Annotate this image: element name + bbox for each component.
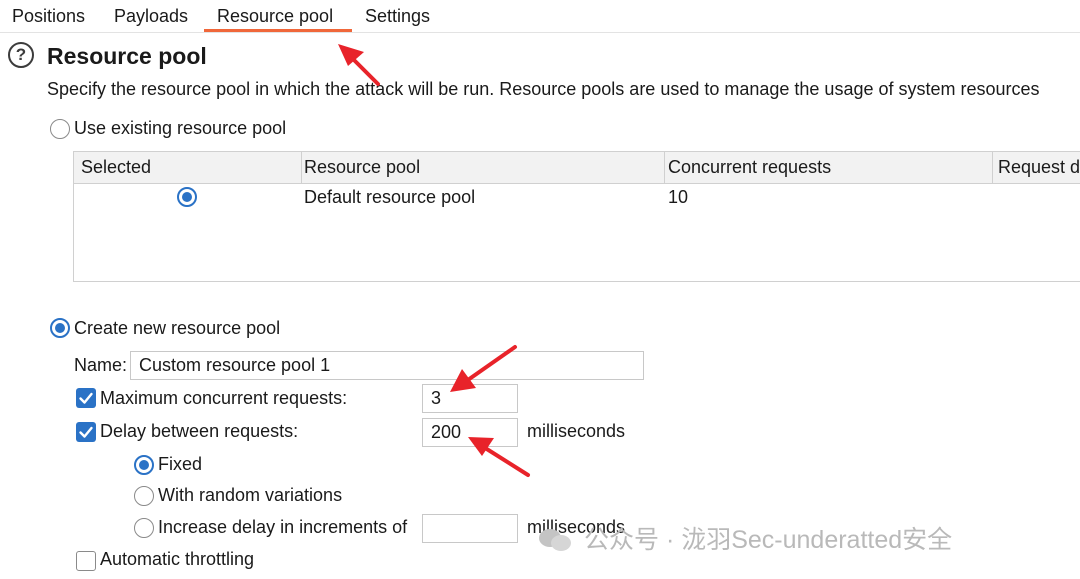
annotation-arrows bbox=[338, 44, 530, 477]
arrow-head-max bbox=[450, 369, 476, 392]
arrow-head-tab bbox=[338, 44, 364, 66]
